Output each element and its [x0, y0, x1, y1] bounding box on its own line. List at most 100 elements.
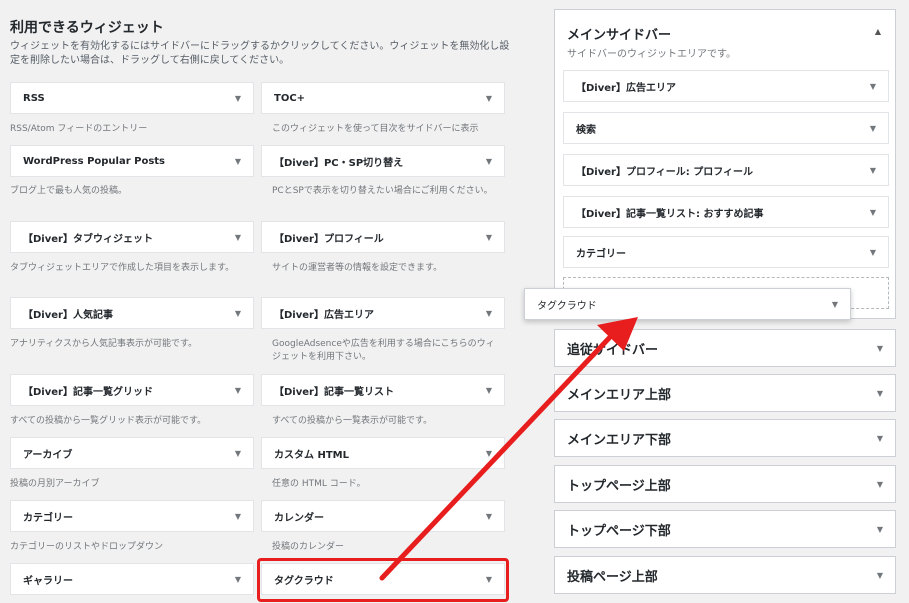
- main-sidebar: メインサイドバー ▲ サイドバーのウィジットエリアです。 【Diver】広告エリ…: [554, 9, 896, 319]
- chevron-down-icon: ▼: [831, 299, 838, 309]
- chevron-up-icon[interactable]: ▲: [875, 27, 881, 36]
- widget-gallery[interactable]: ギャラリー ▼: [10, 563, 254, 595]
- widget-description: 投稿の月別アーカイブ: [10, 479, 100, 489]
- widget-description: アナリティクスから人気記事表示が可能です。: [10, 339, 198, 349]
- chevron-down-icon: ▼: [869, 81, 876, 91]
- chevron-down-icon: ▼: [485, 308, 492, 318]
- widget-title: 【Diver】記事一覧リスト: おすすめ記事: [576, 208, 764, 220]
- available-widgets-panel: 利用できるウィジェット ウィジェットを有効化するにはサイドバーにドラッグするかク…: [0, 0, 520, 603]
- widget-title: 【Diver】広告エリア: [274, 309, 374, 321]
- widget-description: カテゴリーのリストやドロップダウン: [10, 542, 164, 552]
- widget-title: 【Diver】PC・SP切り替え: [274, 157, 404, 169]
- chevron-down-icon: ▼: [485, 511, 492, 521]
- chevron-down-icon: ▼: [869, 165, 876, 175]
- dragging-widget-tag-cloud[interactable]: タグクラウド ▼: [524, 288, 851, 320]
- widget-title: タグクラウド: [537, 300, 597, 312]
- chevron-down-icon: ▼: [869, 207, 876, 217]
- sidebar-title: トップページ下部: [567, 523, 671, 539]
- widget-title: 【Diver】広告エリア: [576, 82, 676, 94]
- sidebar-title: トップページ上部: [567, 478, 671, 494]
- widget-description: すべての投稿から一覧表示が可能です。: [272, 416, 433, 426]
- widget-title: カレンダー: [274, 512, 324, 524]
- sidebar-post-page-top[interactable]: 投稿ページ上部 ▼: [554, 556, 896, 594]
- available-widgets-description: ウィジェットを有効化するにはサイドバーにドラッグするかクリックしてください。ウィ…: [10, 41, 510, 66]
- widget-description: PCとSPで表示を切り替えたい場合にご利用ください。: [272, 186, 493, 196]
- chevron-down-icon: ▼: [485, 448, 492, 458]
- sidebar-widget-post-list[interactable]: 【Diver】記事一覧リスト: おすすめ記事 ▼: [563, 196, 889, 228]
- chevron-down-icon: ▼: [876, 388, 883, 398]
- widget-wordpress-popular-posts[interactable]: WordPress Popular Posts ▼: [10, 145, 254, 177]
- widget-categories[interactable]: カテゴリー ▼: [10, 500, 254, 532]
- chevron-down-icon: ▼: [234, 308, 241, 318]
- widget-title: アーカイブ: [23, 449, 73, 461]
- sidebar-top-page-top[interactable]: トップページ上部 ▼: [554, 465, 896, 503]
- main-sidebar-title[interactable]: メインサイドバー: [567, 24, 671, 43]
- chevron-down-icon: ▼: [876, 479, 883, 489]
- widget-description: 投稿のカレンダー: [272, 542, 345, 552]
- sidebar-main-area-bottom[interactable]: メインエリア下部 ▼: [554, 419, 896, 457]
- widget-description: このウィジェットを使って目次をサイドバーに表示: [272, 124, 479, 134]
- widget-title: 【Diver】プロフィール: プロフィール: [576, 166, 754, 178]
- chevron-down-icon: ▼: [869, 247, 876, 257]
- widget-diver-post-list[interactable]: 【Diver】記事一覧リスト ▼: [261, 374, 505, 406]
- widget-diver-tab-widget[interactable]: 【Diver】タブウィジェット ▼: [10, 221, 254, 253]
- sidebar-title: 投稿ページ上部: [567, 569, 658, 585]
- sidebar-main-area-top[interactable]: メインエリア上部 ▼: [554, 374, 896, 412]
- chevron-down-icon: ▼: [234, 511, 241, 521]
- widget-title: 【Diver】タブウィジェット: [23, 233, 153, 245]
- widget-title: 【Diver】人気記事: [23, 309, 113, 321]
- widget-title: カテゴリー: [576, 248, 626, 260]
- chevron-down-icon: ▼: [485, 385, 492, 395]
- sidebar-widget-profile[interactable]: 【Diver】プロフィール: プロフィール ▼: [563, 154, 889, 186]
- widget-description: GoogleAdsenceや広告を利用する場合にこちらのウィジェットを利用下さい…: [272, 339, 495, 362]
- widget-description: ブログ上で最も人気の投稿。: [10, 186, 128, 196]
- widget-toc-plus[interactable]: TOC+ ▼: [261, 82, 505, 114]
- widget-description: サイトの運営者等の情報を設定できます。: [272, 263, 443, 273]
- sidebar-title: メインエリア下部: [567, 432, 672, 448]
- widget-title: ギャラリー: [23, 575, 73, 587]
- widget-title: TOC+: [274, 92, 306, 104]
- widget-description: タブウィジェットエリアで作成した項目を表示します。: [10, 263, 235, 273]
- chevron-down-icon: ▼: [485, 156, 492, 166]
- sidebar-widget-search[interactable]: 検索 ▼: [563, 112, 889, 144]
- widget-diver-post-grid[interactable]: 【Diver】記事一覧グリッド ▼: [10, 374, 254, 406]
- widget-title: カテゴリー: [23, 512, 73, 524]
- widget-title: WordPress Popular Posts: [23, 155, 166, 167]
- widget-title: カスタム HTML: [274, 449, 349, 461]
- widget-diver-profile[interactable]: 【Diver】プロフィール ▼: [261, 221, 505, 253]
- sidebar-follow[interactable]: 追従サイドバー ▼: [554, 329, 896, 367]
- widget-description: すべての投稿から一覧グリッド表示が可能です。: [10, 416, 207, 426]
- widget-calendar[interactable]: カレンダー ▼: [261, 500, 505, 532]
- widget-custom-html[interactable]: カスタム HTML ▼: [261, 437, 505, 469]
- chevron-down-icon: ▼: [876, 343, 883, 353]
- chevron-down-icon: ▼: [234, 93, 241, 103]
- widget-title: 【Diver】プロフィール: [274, 233, 384, 245]
- chevron-down-icon: ▼: [485, 232, 492, 242]
- chevron-down-icon: ▼: [869, 123, 876, 133]
- widget-title: RSS: [23, 92, 45, 104]
- sidebar-top-page-bottom[interactable]: トップページ下部 ▼: [554, 510, 896, 548]
- main-sidebar-description: サイドバーのウィジットエリアです。: [567, 49, 736, 60]
- sidebar-title: 追従サイドバー: [567, 342, 659, 358]
- widget-description: RSS/Atom フィードのエントリー: [10, 124, 148, 134]
- chevron-down-icon: ▼: [234, 448, 241, 458]
- widget-diver-popular-posts[interactable]: 【Diver】人気記事 ▼: [10, 297, 254, 329]
- chevron-down-icon: ▼: [876, 524, 883, 534]
- chevron-down-icon: ▼: [234, 156, 241, 166]
- widget-diver-pc-sp-switch[interactable]: 【Diver】PC・SP切り替え ▼: [261, 145, 505, 177]
- widget-rss[interactable]: RSS ▼: [10, 82, 254, 114]
- widget-title: 【Diver】記事一覧リスト: [274, 386, 394, 398]
- sidebar-widget-categories[interactable]: カテゴリー ▼: [563, 236, 889, 268]
- widget-title: 検索: [576, 124, 596, 136]
- widget-archives[interactable]: アーカイブ ▼: [10, 437, 254, 469]
- available-widgets-heading: 利用できるウィジェット: [10, 20, 164, 36]
- tag-cloud-highlight-box: [257, 558, 509, 602]
- widget-description: 任意の HTML コード。: [272, 479, 366, 489]
- chevron-down-icon: ▼: [234, 574, 241, 584]
- chevron-down-icon: ▼: [234, 385, 241, 395]
- widget-title: 【Diver】記事一覧グリッド: [23, 386, 153, 398]
- chevron-down-icon: ▼: [876, 570, 883, 580]
- widget-diver-ad-area[interactable]: 【Diver】広告エリア ▼: [261, 297, 505, 329]
- chevron-down-icon: ▼: [234, 232, 241, 242]
- sidebar-widget-ad-area[interactable]: 【Diver】広告エリア ▼: [563, 70, 889, 102]
